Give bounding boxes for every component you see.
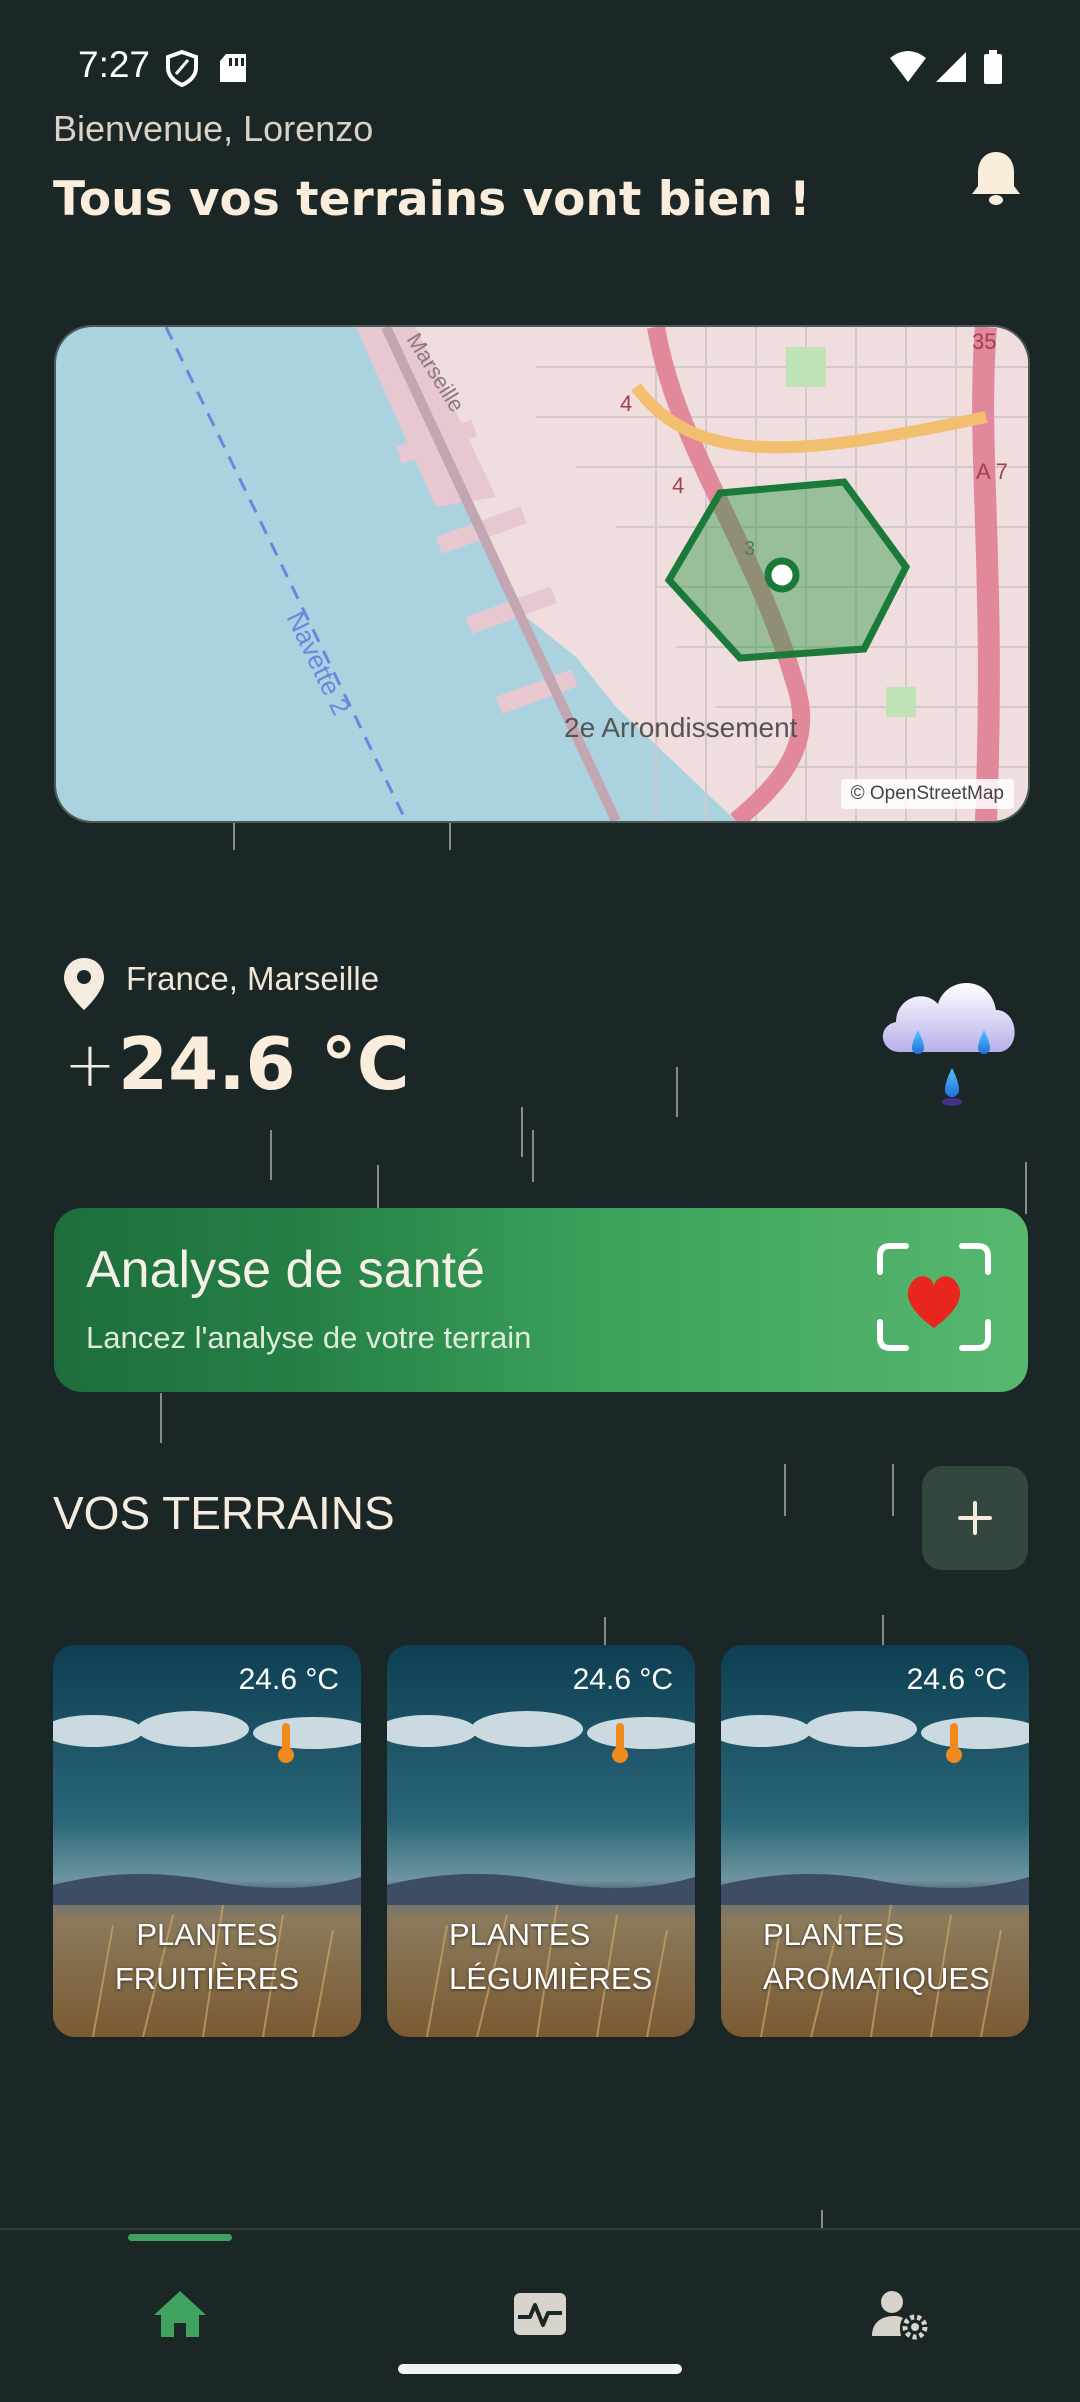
terrain-card[interactable]: 24.6 °C PLANTES AROMATIQUES — [721, 1645, 1029, 2037]
location-label: France, Marseille — [126, 960, 380, 997]
bell-icon — [972, 152, 1020, 205]
greeting: Bienvenue, Lorenzo — [53, 108, 374, 149]
battery-icon — [984, 54, 1002, 84]
map-attribution[interactable]: © OpenStreetMap — [840, 779, 1014, 809]
card-label: PLANTES LÉGUMIÈRES — [449, 1917, 653, 1996]
home-icon — [154, 2291, 206, 2337]
temperature-value: 24.6 °C — [118, 1022, 410, 1106]
terrain-map[interactable]: Navette 2 Marseille A 7 35 4 4 3 2e Arro… — [54, 325, 1030, 823]
user-settings-icon — [872, 2291, 928, 2340]
location-pin-icon — [62, 956, 106, 1016]
card-temperature: 24.6 °C — [906, 1663, 1007, 1696]
nav-item-home[interactable] — [120, 2274, 240, 2354]
health-analysis-card[interactable]: Analyse de santé Lancez l'analyse de vot… — [54, 1208, 1028, 1392]
rain-cloud-icon — [872, 950, 1024, 1126]
terrain-center-marker — [764, 557, 800, 593]
card-temperature: 24.6 °C — [572, 1663, 673, 1696]
terrain-card[interactable]: 24.6 °C PLANTES LÉGUMIÈRES — [387, 1645, 695, 2037]
status-time: 7:27 — [78, 44, 151, 85]
system-home-indicator[interactable] — [398, 2364, 682, 2374]
nav-active-indicator — [128, 2234, 232, 2241]
nav-item-health[interactable] — [480, 2274, 600, 2354]
thermometer-icon — [609, 1721, 631, 1765]
heart-scan-icon — [876, 1242, 992, 1356]
plus-icon — [958, 1501, 992, 1535]
nav-item-profile-settings[interactable] — [840, 2274, 960, 2354]
route-4-label: 4 — [620, 391, 632, 416]
health-card-title: Analyse de santé — [86, 1241, 485, 1299]
notifications-button[interactable] — [970, 148, 1022, 210]
signal-icon — [936, 52, 966, 82]
thermometer-icon — [275, 1721, 297, 1765]
wifi-icon — [890, 51, 926, 82]
temperature-sign: + — [64, 1028, 116, 1101]
card-temperature: 24.6 °C — [238, 1663, 339, 1696]
status-icons-right — [888, 48, 1008, 92]
page-title: Tous vos terrains vont bien ! — [53, 172, 811, 227]
health-card-subtitle: Lancez l'analyse de votre terrain — [86, 1320, 532, 1355]
section-title: VOS TERRAINS — [53, 1487, 395, 1539]
road-a7-label: A 7 — [976, 459, 1008, 484]
health-monitor-icon — [514, 2293, 566, 2335]
road-35-label: 35 — [972, 329, 996, 354]
thermometer-icon — [943, 1721, 965, 1765]
terrain-card[interactable]: 24.6 °C PLANTES FRUITIÈRES — [53, 1645, 361, 2037]
add-terrain-button[interactable] — [922, 1466, 1028, 1570]
card-label: PLANTES AROMATIQUES — [763, 1917, 990, 1996]
district-label: 2e Arrondissement — [564, 712, 798, 743]
status-bar: 7:27 — [0, 0, 1080, 120]
status-icons-left — [162, 48, 262, 92]
svg-text:4: 4 — [672, 473, 684, 498]
card-label: PLANTES FRUITIÈRES — [114, 1917, 300, 1996]
